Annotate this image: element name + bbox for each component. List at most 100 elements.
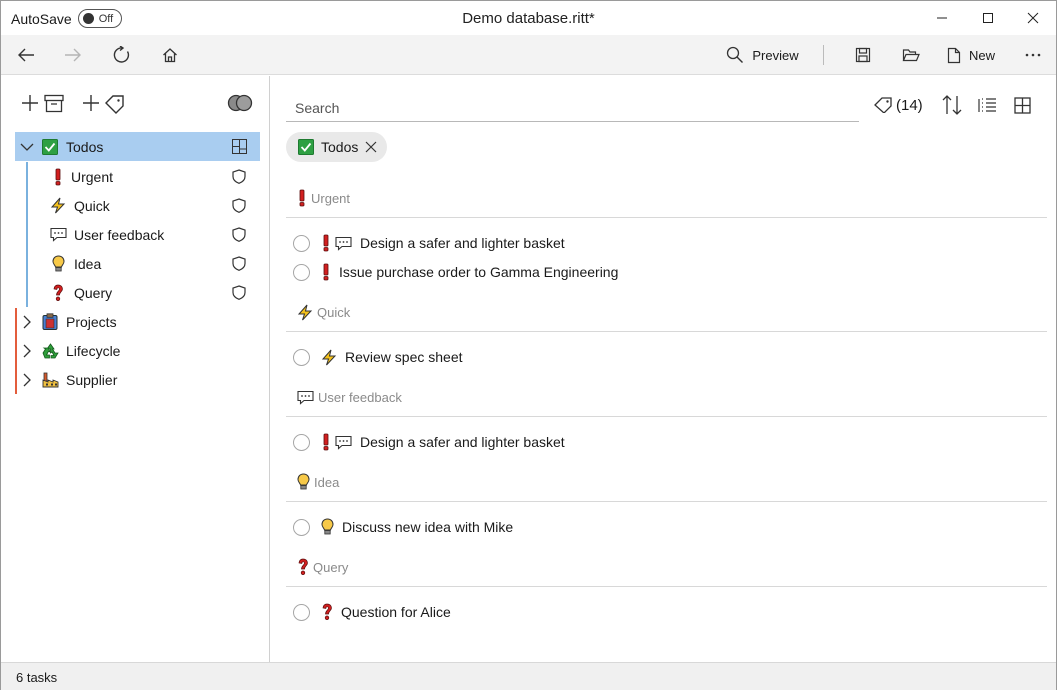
tree-item-projects[interactable]: Projects <box>15 307 260 336</box>
shield-icon[interactable] <box>232 198 246 213</box>
chevron-right-icon[interactable] <box>15 315 39 329</box>
question-icon <box>298 558 308 575</box>
speech-bubble-icon <box>47 227 69 242</box>
save-button[interactable] <box>848 35 878 75</box>
task-checkbox[interactable] <box>293 603 310 621</box>
task-checkbox[interactable] <box>293 234 310 252</box>
lightning-icon <box>321 349 337 366</box>
add-category-button[interactable] <box>21 91 65 115</box>
list-view-button[interactable] <box>978 93 997 117</box>
chevron-down-icon[interactable] <box>15 142 39 152</box>
main-panel: Search (14) Todos Urgent Design a safer … <box>271 76 1056 662</box>
group-header-urgent: Urgent <box>297 188 350 208</box>
shield-icon[interactable] <box>232 285 246 300</box>
minimize-button[interactable] <box>919 1 965 35</box>
board-view-icon[interactable] <box>232 139 247 154</box>
tree-item-todos[interactable]: Todos <box>15 132 260 161</box>
task-item[interactable]: Design a safer and lighter basket <box>293 430 565 454</box>
speech-bubble-icon <box>335 435 352 450</box>
preview-label: Preview <box>752 47 799 63</box>
task-checkbox[interactable] <box>293 518 310 536</box>
tree-item-label: Projects <box>66 313 117 330</box>
chevron-right-icon[interactable] <box>15 373 39 387</box>
filter-chip[interactable]: Todos <box>286 132 388 162</box>
save-icon <box>855 47 871 63</box>
autosave-state: Off <box>98 12 114 25</box>
tree-item-label: Todos <box>66 138 104 155</box>
group-header-quick: Quick <box>297 302 350 322</box>
tree-item-urgent[interactable]: Urgent <box>27 162 260 191</box>
maximize-button[interactable] <box>965 1 1011 35</box>
add-tag-button[interactable] <box>82 91 126 115</box>
task-checkbox[interactable] <box>293 348 310 366</box>
task-checkbox[interactable] <box>293 263 310 281</box>
filter-chip-label: Todos <box>321 139 359 155</box>
factory-icon <box>39 372 61 388</box>
shield-icon[interactable] <box>232 169 246 184</box>
exclamation-icon <box>47 168 69 186</box>
sort-button[interactable] <box>942 93 962 117</box>
tree-item-label: Quick <box>74 197 110 214</box>
task-item[interactable]: Discuss new idea with Mike <box>293 515 513 539</box>
more-button[interactable] <box>1018 35 1048 75</box>
tree-item-label: User feedback <box>74 226 165 243</box>
list-view-icon <box>978 97 996 112</box>
minimize-icon <box>937 17 947 19</box>
tree-item-label: Query <box>74 284 113 301</box>
tree-item-idea[interactable]: Idea <box>27 249 260 278</box>
group-label: Query <box>313 559 349 575</box>
shield-icon[interactable] <box>232 256 246 271</box>
task-item[interactable]: Question for Alice <box>293 600 451 624</box>
app-window: AutoSave Off Demo database.ritt* Preview… <box>0 0 1057 690</box>
close-button[interactable] <box>1010 1 1056 35</box>
exclamation-icon <box>321 433 331 451</box>
search-input[interactable]: Search <box>286 96 859 122</box>
chevron-right-icon[interactable] <box>15 344 39 358</box>
tag-count-button[interactable]: (14) <box>874 93 923 117</box>
task-item[interactable]: Design a safer and lighter basket <box>293 231 565 255</box>
maximize-icon <box>983 13 993 23</box>
search-icon <box>727 46 744 63</box>
add-archive-icon <box>22 94 64 113</box>
tree-item-query[interactable]: Query <box>27 278 260 307</box>
status-bar: 6 tasks <box>1 662 1056 690</box>
tree-item-user-feedback[interactable]: User feedback <box>27 220 260 249</box>
refresh-icon <box>113 46 130 63</box>
group-divider <box>286 501 1047 502</box>
tree-item-quick[interactable]: Quick <box>27 191 260 220</box>
grid-view-button[interactable] <box>1014 93 1031 117</box>
task-text: Question for Alice <box>341 604 451 620</box>
close-icon <box>1027 12 1039 24</box>
shield-icon[interactable] <box>232 227 246 242</box>
group-label: User feedback <box>318 389 402 405</box>
new-button[interactable]: New <box>944 35 998 75</box>
merge-view-button[interactable] <box>227 91 253 115</box>
back-button[interactable] <box>11 35 41 75</box>
tree-item-label: Idea <box>74 255 102 272</box>
group-label: Idea <box>314 474 340 490</box>
task-item[interactable]: Issue purchase order to Gamma Engineerin… <box>293 260 618 284</box>
task-item[interactable]: Review spec sheet <box>293 345 463 369</box>
forward-button[interactable] <box>58 35 88 75</box>
grid-view-icon <box>1014 96 1031 114</box>
group-divider <box>286 416 1047 417</box>
task-checkbox[interactable] <box>293 433 310 451</box>
forward-arrow-icon <box>65 48 81 62</box>
tree-item-lifecycle[interactable]: Lifecycle <box>15 336 260 365</box>
tree-item-supplier[interactable]: Supplier <box>15 365 260 394</box>
refresh-button[interactable] <box>107 35 137 75</box>
open-button[interactable] <box>896 35 926 75</box>
clipboard-icon <box>39 313 61 330</box>
group-header-user-feedback: User feedback <box>297 387 402 407</box>
home-button[interactable] <box>155 35 185 75</box>
venn-circles-icon <box>227 94 253 112</box>
autosave-toggle[interactable]: Off <box>77 9 122 28</box>
close-icon <box>365 141 377 153</box>
tree-item-label: Urgent <box>71 168 114 185</box>
group-header-idea: Idea <box>297 472 339 492</box>
group-divider <box>286 331 1047 332</box>
recycle-icon <box>39 342 61 359</box>
preview-button[interactable]: Preview <box>725 35 800 75</box>
speech-bubble-icon <box>335 236 352 251</box>
exclamation-icon <box>321 263 331 281</box>
